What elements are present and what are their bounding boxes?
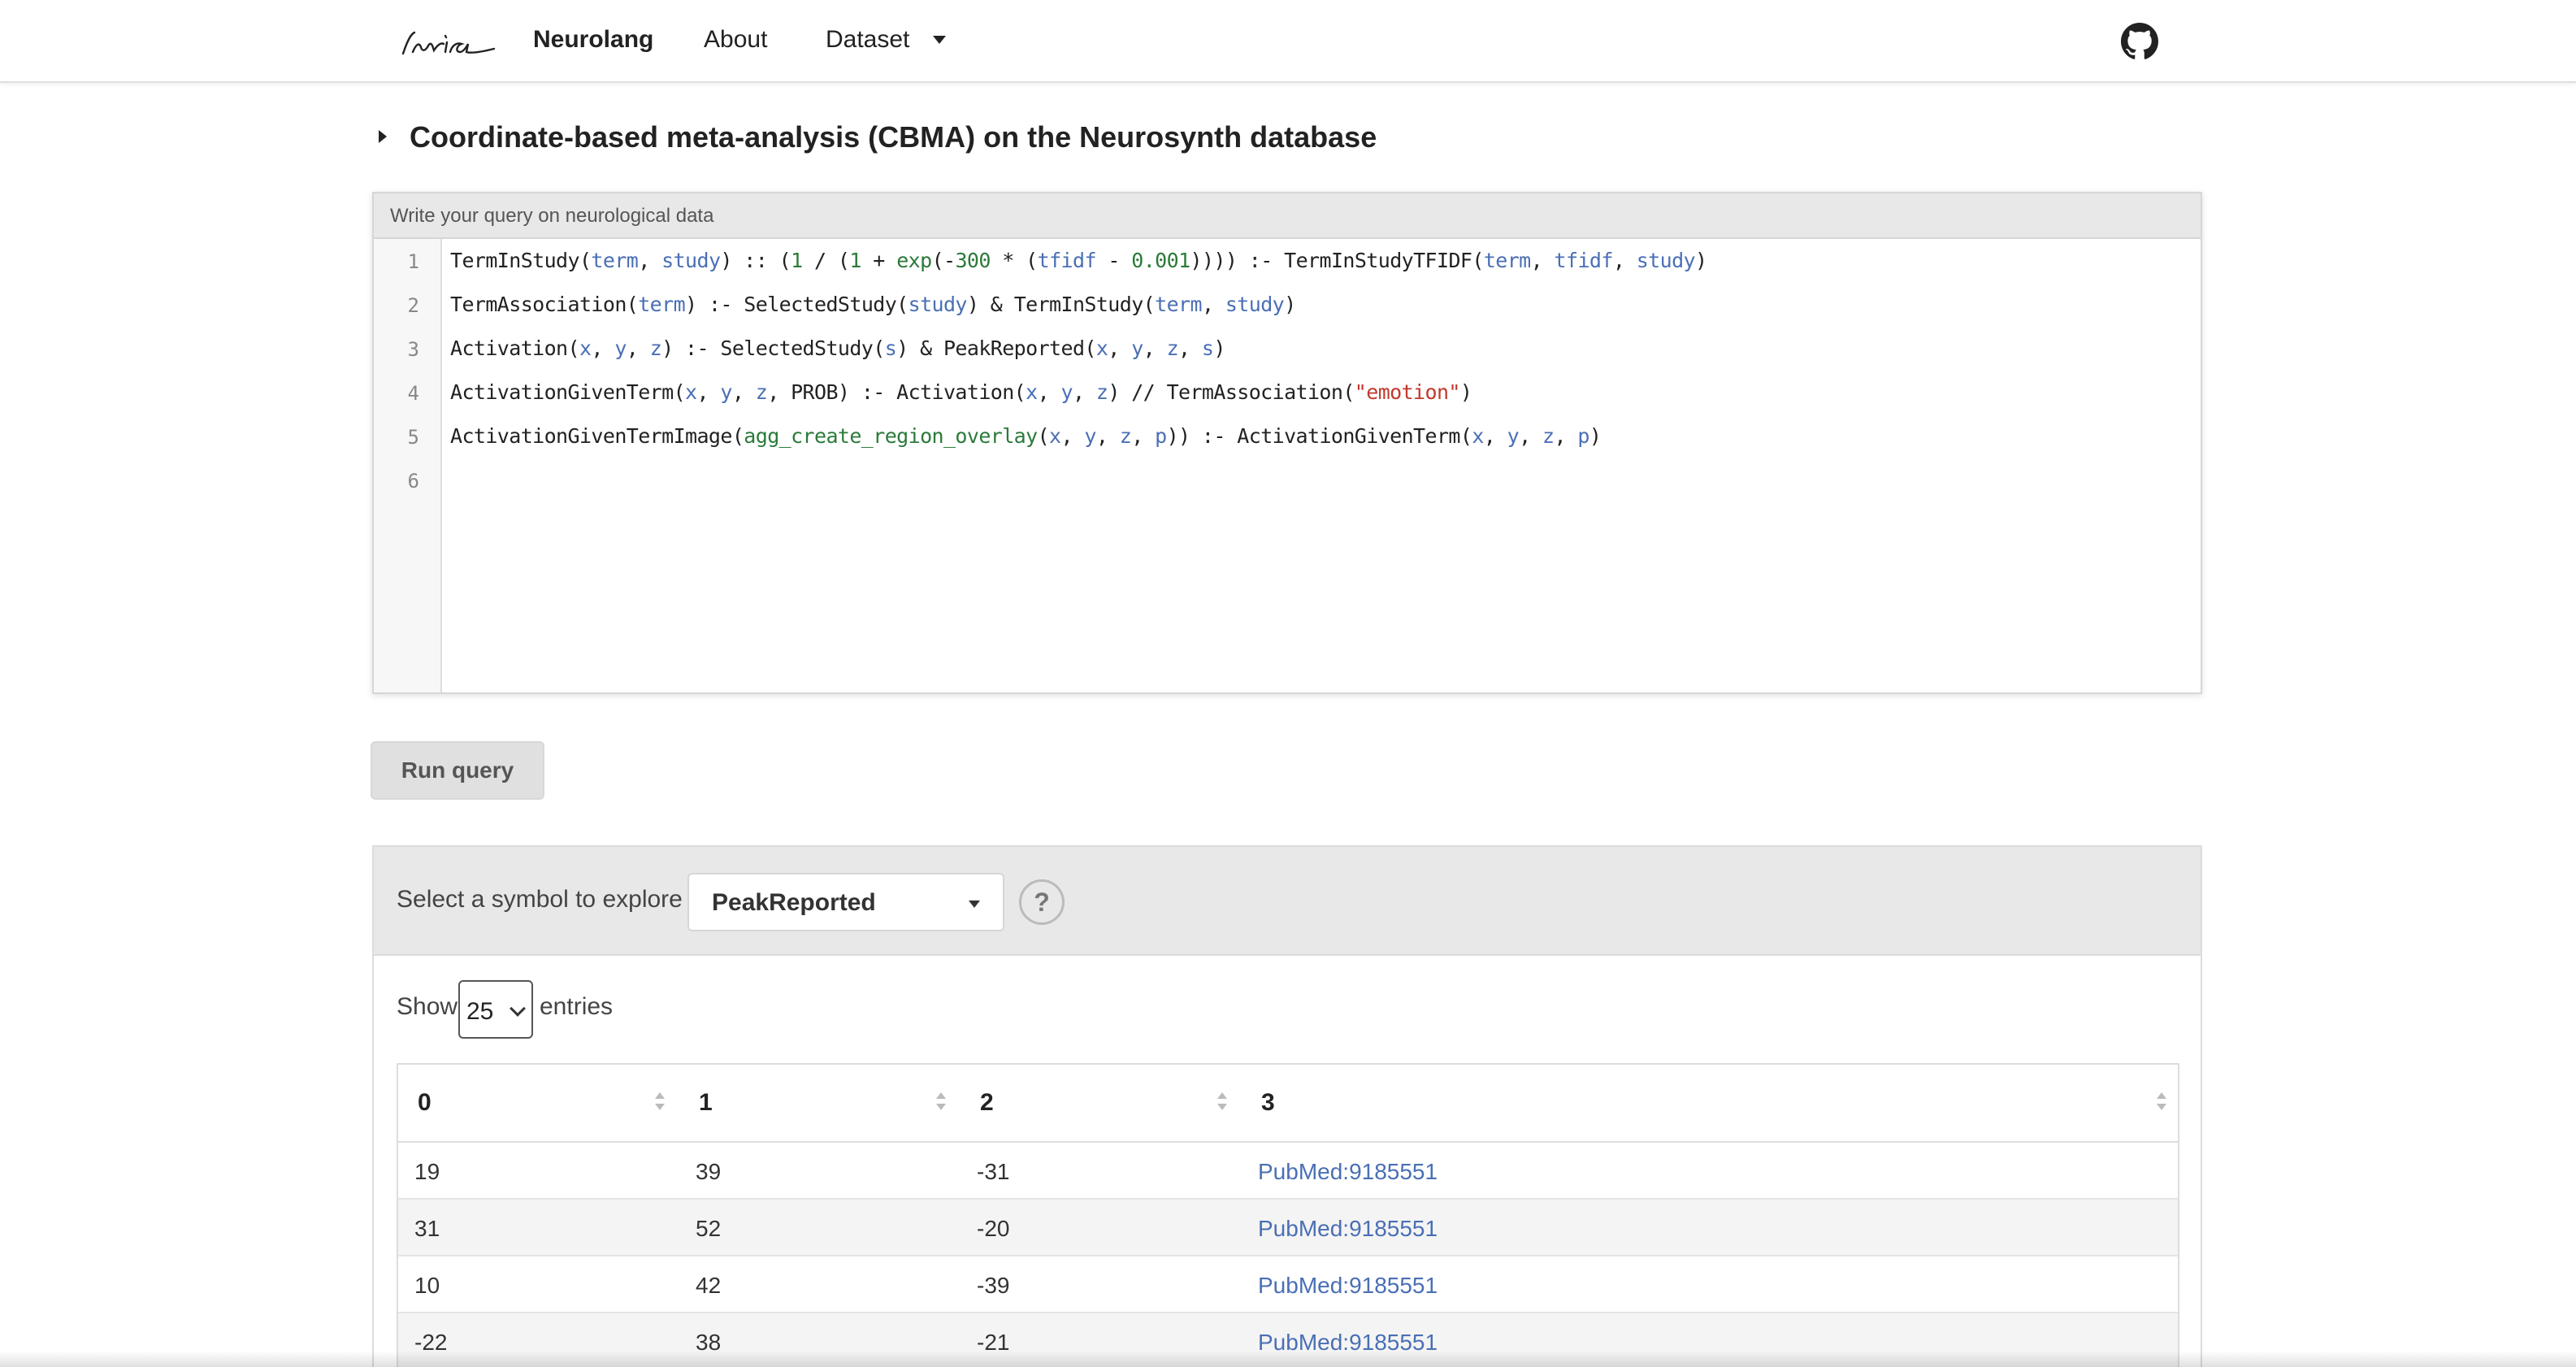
nav-brand-neurolang[interactable]: Neurolang [533, 26, 653, 54]
selected-symbol: PeakReported [712, 889, 876, 916]
nav-dataset-dropdown[interactable]: Dataset [826, 26, 909, 54]
editor-header: Write your query on neurological data [374, 193, 2201, 239]
column-header-2[interactable]: 2 [961, 1065, 1242, 1143]
table-row: 10 42 -39 PubMed:9185551 [398, 1256, 2178, 1313]
navbar: Neurolang About Dataset [0, 0, 2576, 83]
sort-icon[interactable] [655, 1092, 665, 1115]
select-symbol-label: Select a symbol to explore [397, 886, 683, 913]
help-button[interactable]: ? [1019, 879, 1065, 925]
code-line[interactable]: Activation(x, y, z) :- SelectedStudy(s) … [450, 336, 1225, 360]
sort-icon[interactable] [1217, 1092, 1227, 1115]
code-line[interactable]: ActivationGivenTermImage(agg_create_regi… [450, 424, 1602, 448]
symbol-dropdown[interactable]: PeakReported [687, 873, 1004, 931]
chevron-down-icon [510, 1000, 526, 1017]
column-header-label: 1 [699, 1089, 713, 1116]
github-icon[interactable] [2121, 23, 2158, 60]
table-row: 31 52 -20 PubMed:9185551 [398, 1200, 2178, 1256]
page-size-select[interactable]: 25 [458, 980, 533, 1039]
line-number: 3 [407, 338, 419, 361]
table-cell: 39 [696, 1159, 722, 1184]
line-number: 2 [407, 294, 419, 317]
table-row: 19 39 -31 PubMed:9185551 [398, 1143, 2178, 1200]
editor-body[interactable]: 1 2 3 4 5 6 TermInStudy(term, study) :: … [374, 239, 2201, 692]
column-header-label: 3 [1261, 1089, 1275, 1116]
code-line[interactable]: TermInStudy(term, study) :: (1 / (1 + ex… [450, 249, 1707, 272]
line-number: 4 [407, 382, 419, 405]
table-cell: 10 [414, 1273, 440, 1298]
table-cell: 19 [414, 1159, 440, 1184]
table-cell: 52 [696, 1216, 722, 1241]
table-cell: -31 [977, 1159, 1010, 1184]
sort-icon[interactable] [2157, 1092, 2166, 1115]
line-number: 1 [407, 250, 419, 273]
symbol-explorer: Select a symbol to explore PeakReported … [372, 845, 2202, 1367]
expand-caret-icon[interactable] [379, 130, 387, 143]
page-size-value: 25 [466, 998, 494, 1025]
column-header-0[interactable]: 0 [398, 1065, 679, 1143]
table-cell: -39 [977, 1273, 1010, 1298]
column-header-label: 2 [980, 1089, 994, 1116]
table-cell: 31 [414, 1216, 440, 1241]
line-number: 6 [407, 470, 419, 493]
column-header-1[interactable]: 1 [679, 1065, 961, 1143]
column-header-label: 0 [418, 1089, 432, 1116]
inria-logo[interactable] [397, 23, 497, 62]
table-cell: -20 [977, 1216, 1010, 1241]
line-number: 5 [407, 426, 419, 449]
scroll-shadow [0, 1351, 2576, 1367]
section-title[interactable]: Coordinate-based meta-analysis (CBMA) on… [410, 120, 1377, 154]
pubmed-link[interactable]: PubMed:9185551 [1242, 1143, 2181, 1200]
pubmed-link[interactable]: PubMed:9185551 [1242, 1256, 2181, 1313]
entries-label: entries [540, 993, 614, 1020]
query-editor[interactable]: Write your query on neurological data 1 … [372, 192, 2202, 694]
show-label: Show [397, 993, 458, 1020]
chevron-down-icon[interactable] [933, 36, 946, 44]
chevron-down-icon [969, 900, 980, 908]
table-cell: 42 [696, 1273, 722, 1298]
sort-icon[interactable] [936, 1092, 946, 1115]
results-table: 0 1 2 3 19 39 -31 PubMed:9185551 31 52 -… [397, 1063, 2179, 1367]
run-query-button[interactable]: Run query [371, 741, 544, 800]
pubmed-link[interactable]: PubMed:9185551 [1242, 1200, 2181, 1256]
nav-about-link[interactable]: About [704, 26, 767, 54]
column-header-3[interactable]: 3 [1242, 1065, 2181, 1143]
code-line[interactable]: TermAssociation(term) :- SelectedStudy(s… [450, 293, 1296, 316]
table-header-row: 0 1 2 3 [398, 1065, 2178, 1143]
code-line[interactable]: ActivationGivenTerm(x, y, z, PROB) :- Ac… [450, 380, 1472, 404]
explorer-header: Select a symbol to explore PeakReported … [374, 847, 2201, 956]
line-number-gutter: 1 2 3 4 5 6 [374, 239, 442, 692]
